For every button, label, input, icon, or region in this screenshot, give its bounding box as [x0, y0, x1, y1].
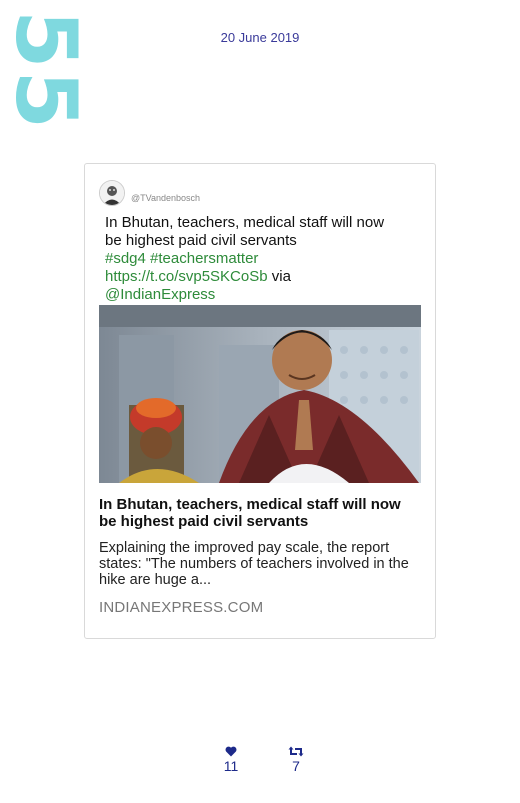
- link-card-image[interactable]: [99, 305, 421, 483]
- page-number: 55: [0, 10, 95, 131]
- tweet-text-line1: In Bhutan, teachers, medical staff will …: [105, 214, 385, 231]
- tweet-mention[interactable]: @IndianExpress: [105, 286, 427, 304]
- link-card-description: Explaining the improved pay scale, the r…: [99, 540, 409, 588]
- likes-stat[interactable]: 11: [211, 746, 251, 774]
- likes-count: 11: [223, 758, 239, 774]
- tweet-link[interactable]: https://t.co/svp5SKCoSb: [105, 268, 268, 285]
- tweet-card[interactable]: @TVandenbosch In Bhutan, teachers, medic…: [84, 163, 436, 639]
- tweet-text-line2: be highest paid civil servants: [105, 232, 297, 249]
- user-handle[interactable]: @TVandenbosch: [131, 193, 200, 203]
- retweets-stat[interactable]: 7: [276, 746, 316, 774]
- avatar[interactable]: [99, 180, 125, 206]
- tweet-text: In Bhutan, teachers, medical staff will …: [105, 214, 427, 304]
- retweets-count: 7: [292, 758, 300, 774]
- tweet-via: via: [271, 268, 291, 285]
- tweet-date: 20 June 2019: [220, 30, 300, 45]
- tweet-header: @TVandenbosch: [99, 180, 200, 206]
- retweet-icon: [288, 746, 304, 757]
- link-card-title[interactable]: In Bhutan, teachers, medical staff will …: [99, 496, 421, 530]
- heart-icon: [225, 746, 237, 757]
- tweet-hashtags[interactable]: #sdg4 #teachersmatter: [105, 250, 427, 268]
- link-card-domain[interactable]: INDIANEXPRESS.COM: [99, 599, 263, 616]
